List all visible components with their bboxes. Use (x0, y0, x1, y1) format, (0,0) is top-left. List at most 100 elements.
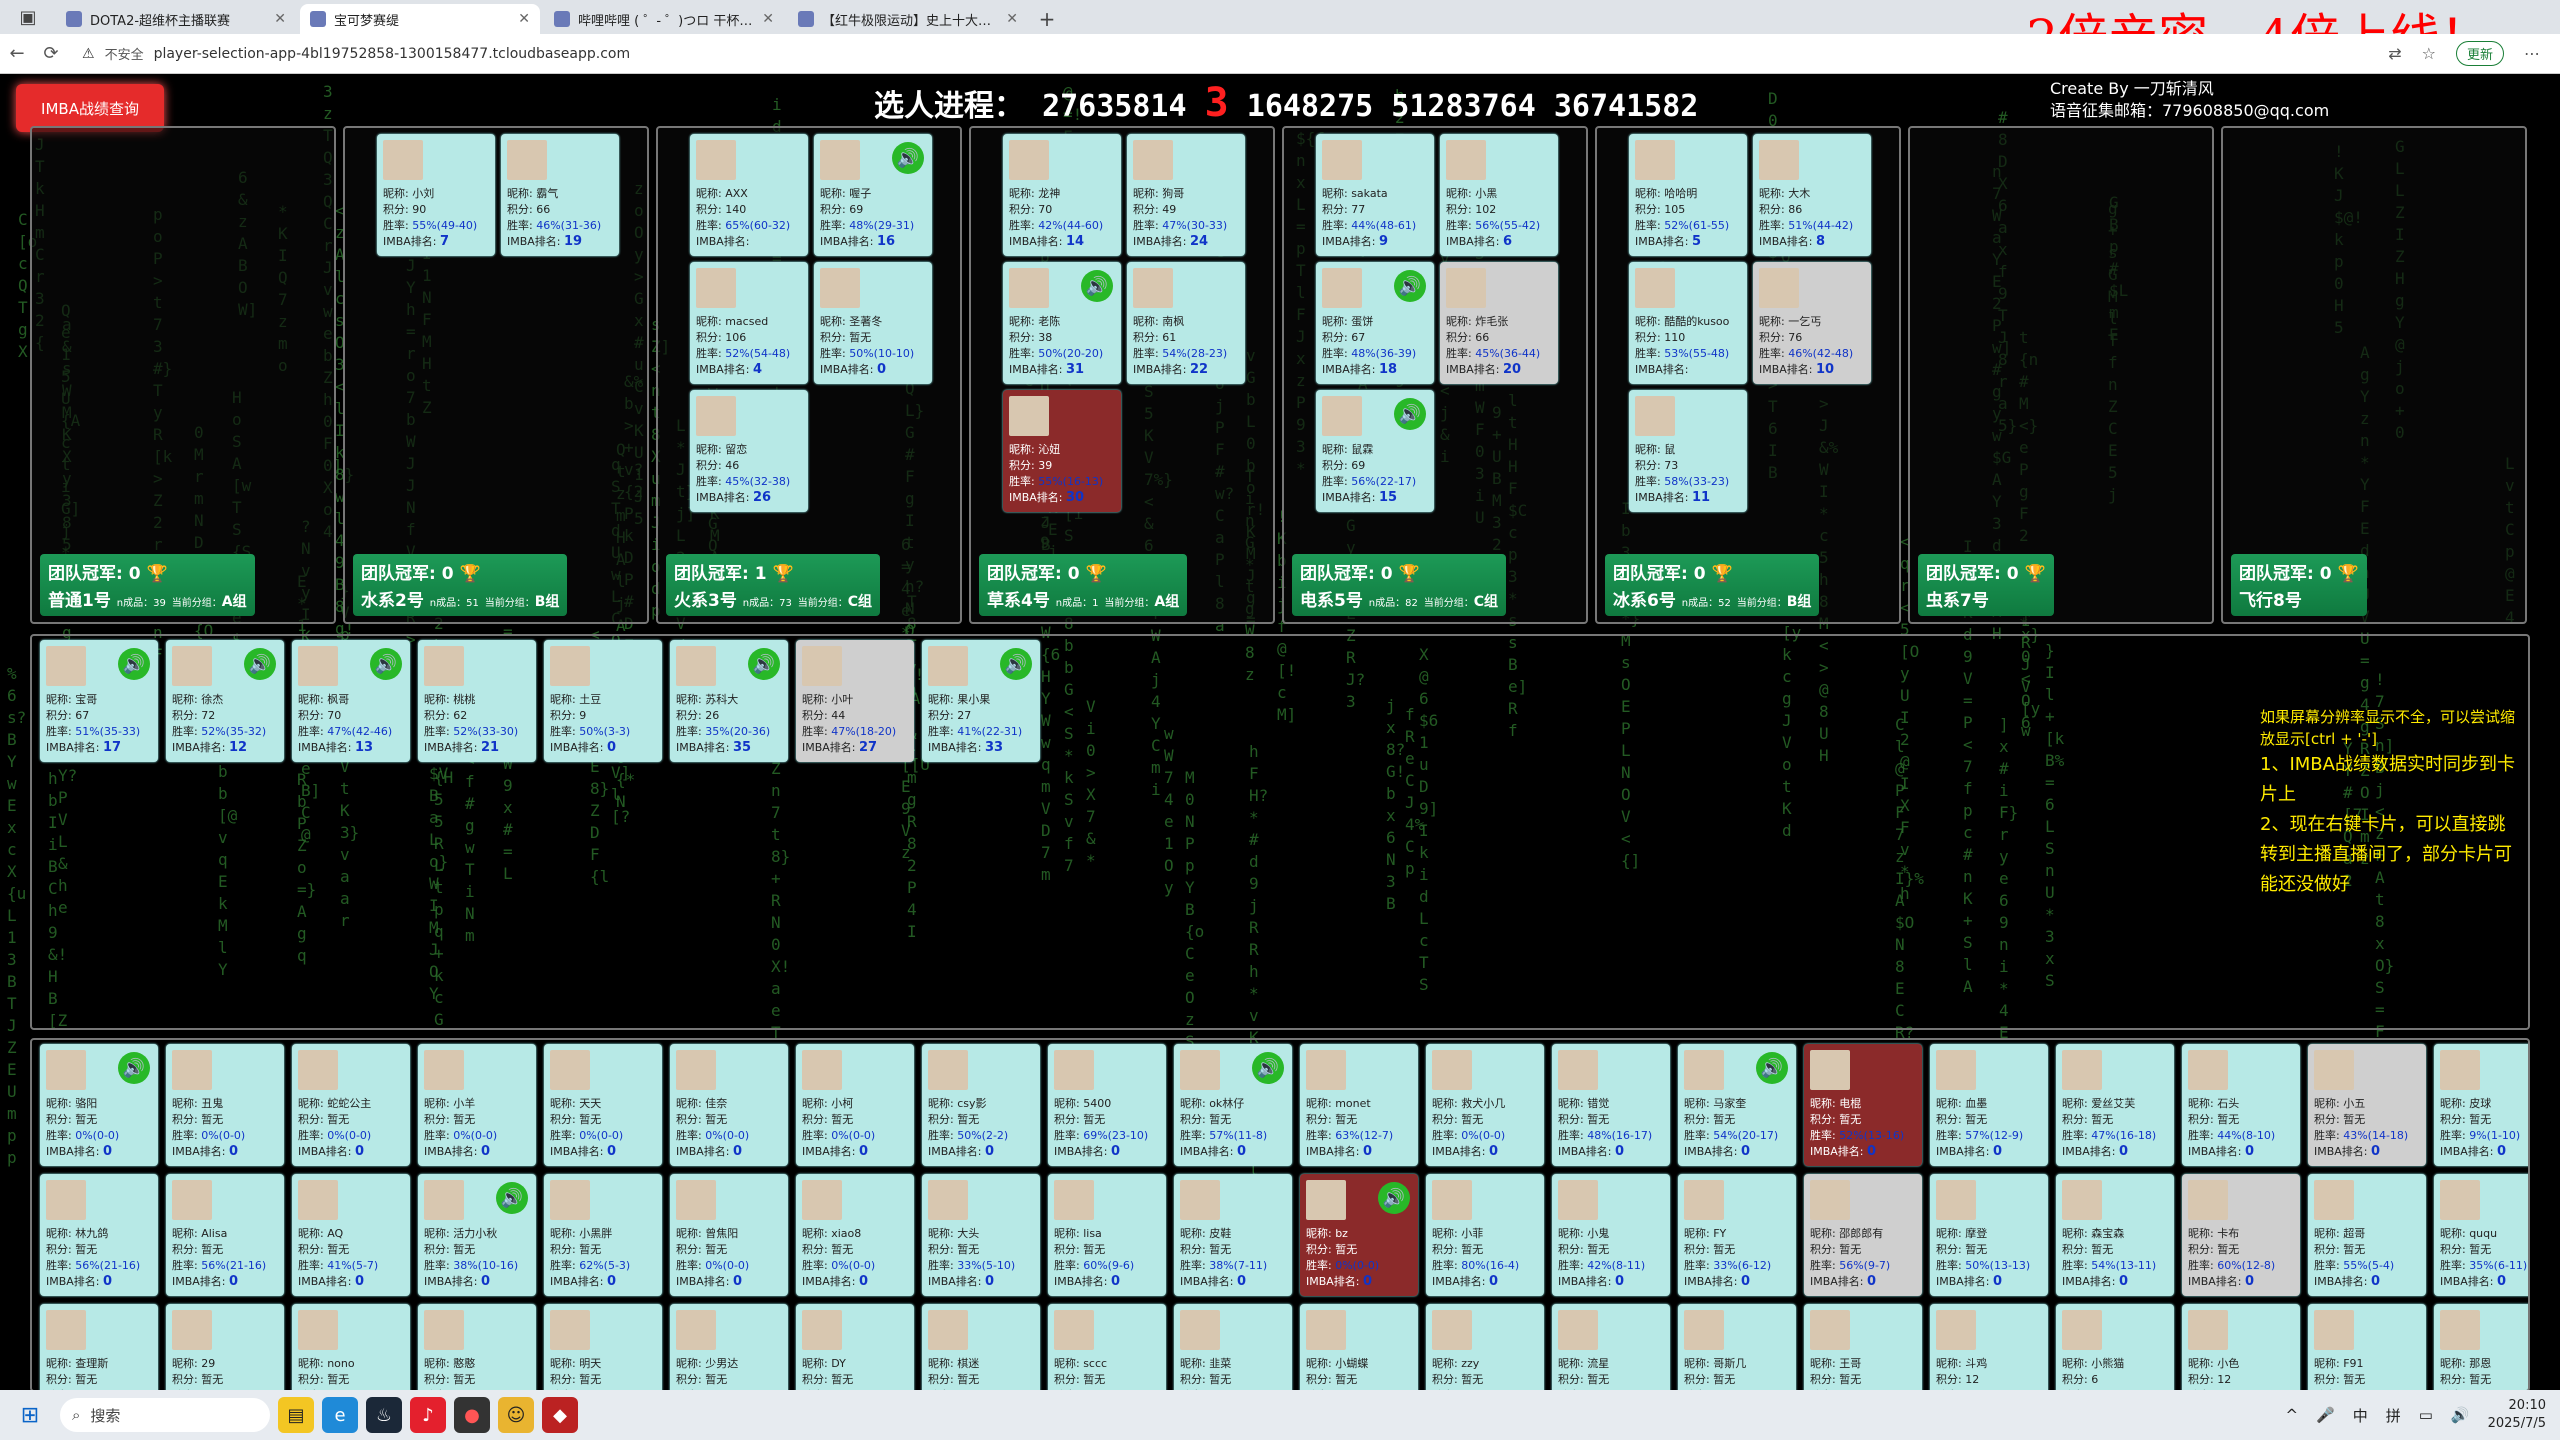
speaker-icon[interactable]: 🔊 (1756, 1052, 1788, 1084)
player-card[interactable]: 昵称: xiao8 积分: 暂无 胜率: 0%(0-0) IMBA排名: 0 (796, 1174, 914, 1296)
steam-icon[interactable]: ♨ (366, 1397, 402, 1433)
browser-tab[interactable]: 宝可梦赛缇 ✕ (300, 4, 540, 34)
player-card[interactable]: 🔊 昵称: 马家奎 积分: 暂无 胜率: 54%(20-17) IMBA排名: … (1678, 1044, 1796, 1166)
player-card[interactable]: 昵称: 救犬小几 积分: 暂无 胜率: 0%(0-0) IMBA排名: 0 (1426, 1044, 1544, 1166)
taskbar-search[interactable]: ⌕ 搜索 (60, 1398, 270, 1432)
mic-icon[interactable]: 🎤 (2316, 1406, 2335, 1424)
file-explorer-icon[interactable]: ▤ (278, 1397, 314, 1433)
speaker-icon[interactable]: 🔊 (1394, 270, 1426, 302)
player-card[interactable]: 昵称: 小五 积分: 暂无 胜率: 43%(14-18) IMBA排名: 0 (2308, 1044, 2426, 1166)
player-card[interactable]: 昵称: 蛇蛇公主 积分: 暂无 胜率: 0%(0-0) IMBA排名: 0 (292, 1044, 410, 1166)
bookmark-star-icon[interactable]: ☆ (2422, 44, 2436, 63)
player-card[interactable]: 昵称: 圣著冬 积分: 暂无 胜率: 50%(10-10) IMBA排名: 0 (814, 262, 932, 384)
translate-icon[interactable]: ⇄ (2388, 44, 2401, 63)
player-card[interactable]: 昵称: 桃桃 积分: 62 胜率: 52%(33-30) IMBA排名: 21 (418, 640, 536, 762)
player-card[interactable]: 昵称: 留恋 积分: 46 胜率: 45%(32-38) IMBA排名: 26 (690, 390, 808, 512)
player-card[interactable]: 昵称: 明天 积分: 暂无 胜率: IMBA排名: (544, 1304, 662, 1390)
player-card[interactable]: 昵称: 土豆 积分: 9 胜率: 50%(3-3) IMBA排名: 0 (544, 640, 662, 762)
player-card[interactable]: 昵称: lisa 积分: 暂无 胜率: 60%(9-6) IMBA排名: 0 (1048, 1174, 1166, 1296)
player-card[interactable]: 昵称: 一乞丐 积分: 76 胜率: 46%(42-48) IMBA排名: 10 (1753, 262, 1871, 384)
new-tab-button[interactable]: + (1032, 4, 1062, 34)
player-card[interactable]: 昵称: 那恩 积分: 暂无 胜率: IMBA排名: (2434, 1304, 2528, 1390)
window-menu-icon[interactable]: ▣ (0, 0, 56, 34)
player-card[interactable]: 昵称: 超哥 积分: 暂无 胜率: 55%(5-4) IMBA排名: 0 (2308, 1174, 2426, 1296)
clock[interactable]: 20:10 2025/7/5 (2488, 1397, 2546, 1433)
close-icon[interactable]: ✕ (1006, 11, 1018, 27)
player-card[interactable]: 昵称: 邵郎郎有 积分: 暂无 胜率: 56%(9-7) IMBA排名: 0 (1804, 1174, 1922, 1296)
network-icon[interactable]: ▭ (2419, 1406, 2433, 1424)
browser-tab[interactable]: DOTA2-超维杯主播联赛 ✕ (56, 4, 296, 34)
player-card[interactable]: 🔊 昵称: 鼠霖 积分: 69 胜率: 56%(22-17) IMBA排名: 1… (1316, 390, 1434, 512)
player-card[interactable]: 昵称: 小蝴蝶 积分: 暂无 胜率: IMBA排名: (1300, 1304, 1418, 1390)
player-card[interactable]: 昵称: 天天 积分: 暂无 胜率: 0%(0-0) IMBA排名: 0 (544, 1044, 662, 1166)
player-card[interactable]: 昵称: 卡布 积分: 暂无 胜率: 60%(12-8) IMBA排名: 0 (2182, 1174, 2300, 1296)
player-card[interactable]: 昵称: 王哥 积分: 暂无 胜率: IMBA排名: (1804, 1304, 1922, 1390)
warning-icon[interactable]: ⚠ (82, 46, 95, 62)
chat-app-icon[interactable]: ☺ (498, 1397, 534, 1433)
player-card[interactable]: 昵称: 小菲 积分: 暂无 胜率: 80%(16-4) IMBA排名: 0 (1426, 1174, 1544, 1296)
player-card[interactable]: 🔊 昵称: 苏科大 积分: 26 胜率: 35%(20-36) IMBA排名: … (670, 640, 788, 762)
more-menu-icon[interactable]: ⋯ (2524, 44, 2540, 63)
player-card[interactable]: 🔊 昵称: 喔子 积分: 69 胜率: 48%(29-31) IMBA排名: 1… (814, 134, 932, 256)
player-card[interactable]: 昵称: sccc 积分: 暂无 胜率: IMBA排名: (1048, 1304, 1166, 1390)
player-card[interactable]: 昵称: macsed 积分: 106 胜率: 52%(54-48) IMBA排名… (690, 262, 808, 384)
player-card[interactable]: 昵称: 皮球 积分: 暂无 胜率: 9%(1-10) IMBA排名: 0 (2434, 1044, 2528, 1166)
speaker-icon[interactable]: 🔊 (1081, 270, 1113, 302)
player-card[interactable]: 昵称: 森宝森 积分: 暂无 胜率: 54%(13-11) IMBA排名: 0 (2056, 1174, 2174, 1296)
player-card[interactable]: 昵称: 酷酷的kusoo 积分: 110 胜率: 53%(55-48) IMBA… (1629, 262, 1747, 384)
player-card[interactable]: 昵称: 查理斯 积分: 暂无 胜率: IMBA排名: (40, 1304, 158, 1390)
player-card[interactable]: 昵称: Alisa 积分: 暂无 胜率: 56%(21-16) IMBA排名: … (166, 1174, 284, 1296)
player-card[interactable]: 昵称: 南枫 积分: 61 胜率: 54%(28-23) IMBA排名: 22 (1127, 262, 1245, 384)
speaker-icon[interactable]: 🔊 (118, 1052, 150, 1084)
update-button[interactable]: 更新 (2455, 41, 2504, 66)
browser-tab[interactable]: 哔哩哔哩 ( ゜- ゜)つロ 干杯~-bilibili ✕ (544, 4, 784, 34)
player-card[interactable]: 🔊 昵称: ok林仔 积分: 暂无 胜率: 57%(11-8) IMBA排名: … (1174, 1044, 1292, 1166)
player-card[interactable]: 昵称: 哥斯几 积分: 暂无 胜率: IMBA排名: (1678, 1304, 1796, 1390)
player-card[interactable]: 昵称: AXX 积分: 140 胜率: 65%(60-32) IMBA排名: (690, 134, 808, 256)
player-card[interactable]: 昵称: 沁妞 积分: 39 胜率: 55%(16-13) IMBA排名: 30 (1003, 390, 1121, 512)
player-card[interactable]: 昵称: 小黑 积分: 102 胜率: 56%(55-42) IMBA排名: 6 (1440, 134, 1558, 256)
player-card[interactable]: 昵称: 少男达 积分: 暂无 胜率: IMBA排名: (670, 1304, 788, 1390)
player-card[interactable]: 昵称: 小羊 积分: 暂无 胜率: 0%(0-0) IMBA排名: 0 (418, 1044, 536, 1166)
player-card[interactable]: 昵称: ququ 积分: 暂无 胜率: 35%(6-11) IMBA排名: 0 (2434, 1174, 2528, 1296)
player-card[interactable]: 🔊 昵称: 活力小秋 积分: 暂无 胜率: 38%(10-16) IMBA排名:… (418, 1174, 536, 1296)
player-card[interactable]: 昵称: 霸气 积分: 66 胜率: 46%(31-36) IMBA排名: 19 (501, 134, 619, 256)
player-card[interactable]: 昵称: AQ 积分: 暂无 胜率: 41%(5-7) IMBA排名: 0 (292, 1174, 410, 1296)
player-card[interactable]: 昵称: F91 积分: 暂无 胜率: IMBA排名: (2308, 1304, 2426, 1390)
close-icon[interactable]: ✕ (518, 11, 530, 27)
player-card[interactable]: 昵称: 小黑胖 积分: 暂无 胜率: 62%(5-3) IMBA排名: 0 (544, 1174, 662, 1296)
player-card[interactable]: 昵称: 爱丝艾芙 积分: 暂无 胜率: 47%(16-18) IMBA排名: 0 (2056, 1044, 2174, 1166)
speaker-icon[interactable]: 🔊 (370, 648, 402, 680)
edge-browser-icon[interactable]: e (322, 1397, 358, 1433)
speaker-icon[interactable]: 🔊 (1252, 1052, 1284, 1084)
imba-query-button[interactable]: IMBA战绩查询 (16, 84, 164, 132)
player-card[interactable]: 昵称: 丑鬼 积分: 暂无 胜率: 0%(0-0) IMBA排名: 0 (166, 1044, 284, 1166)
speaker-icon[interactable]: 🔊 (1000, 648, 1032, 680)
back-icon[interactable]: ← (0, 43, 34, 64)
speaker-icon[interactable]: 🔊 (1378, 1182, 1410, 1214)
player-card[interactable]: 昵称: 大头 积分: 暂无 胜率: 33%(5-10) IMBA排名: 0 (922, 1174, 1040, 1296)
windows-start-icon[interactable]: ⊞ (10, 1395, 50, 1435)
speaker-icon[interactable]: 🔊 (748, 648, 780, 680)
player-card[interactable]: 昵称: 哈哈明 积分: 105 胜率: 52%(61-55) IMBA排名: 5 (1629, 134, 1747, 256)
player-card[interactable]: 🔊 昵称: bz 积分: 暂无 胜率: 0%(0-0) IMBA排名: 0 (1300, 1174, 1418, 1296)
player-card[interactable]: 🔊 昵称: 枫哥 积分: 70 胜率: 47%(42-46) IMBA排名: 1… (292, 640, 410, 762)
dota-icon[interactable]: ◆ (542, 1397, 578, 1433)
player-card[interactable]: 昵称: 韭菜 积分: 暂无 胜率: IMBA排名: (1174, 1304, 1292, 1390)
reload-icon[interactable]: ⟳ (34, 43, 68, 64)
player-card[interactable]: 🔊 昵称: 徐杰 积分: 72 胜率: 52%(35-32) IMBA排名: 1… (166, 640, 284, 762)
player-card[interactable]: 昵称: 小柯 积分: 暂无 胜率: 0%(0-0) IMBA排名: 0 (796, 1044, 914, 1166)
player-card[interactable]: 昵称: 小色 积分: 12 胜率: IMBA排名: (2182, 1304, 2300, 1390)
url-text[interactable]: player-selection-app-4bl19752858-1300158… (154, 46, 631, 62)
player-card[interactable]: 昵称: 炸毛张 积分: 66 胜率: 45%(36-44) IMBA排名: 20 (1440, 262, 1558, 384)
game-app-icon[interactable]: ● (454, 1397, 490, 1433)
player-card[interactable]: 昵称: nono 积分: 暂无 胜率: IMBA排名: (292, 1304, 410, 1390)
speaker-icon[interactable]: 🔊 (496, 1182, 528, 1214)
player-card[interactable]: 昵称: zzy 积分: 暂无 胜率: IMBA排名: (1426, 1304, 1544, 1390)
player-card[interactable]: 昵称: 小刘 积分: 90 胜率: 55%(49-40) IMBA排名: 7 (377, 134, 495, 256)
ime-lang[interactable]: 中 (2353, 1405, 2368, 1426)
player-card[interactable]: 🔊 昵称: 骆阳 积分: 暂无 胜率: 0%(0-0) IMBA排名: 0 (40, 1044, 158, 1166)
player-card[interactable]: 昵称: 小熊猫 积分: 6 胜率: IMBA排名: (2056, 1304, 2174, 1390)
player-card[interactable]: 昵称: 狗哥 积分: 49 胜率: 47%(30-33) IMBA排名: 24 (1127, 134, 1245, 256)
player-card[interactable]: 昵称: 小鬼 积分: 暂无 胜率: 42%(8-11) IMBA排名: 0 (1552, 1174, 1670, 1296)
